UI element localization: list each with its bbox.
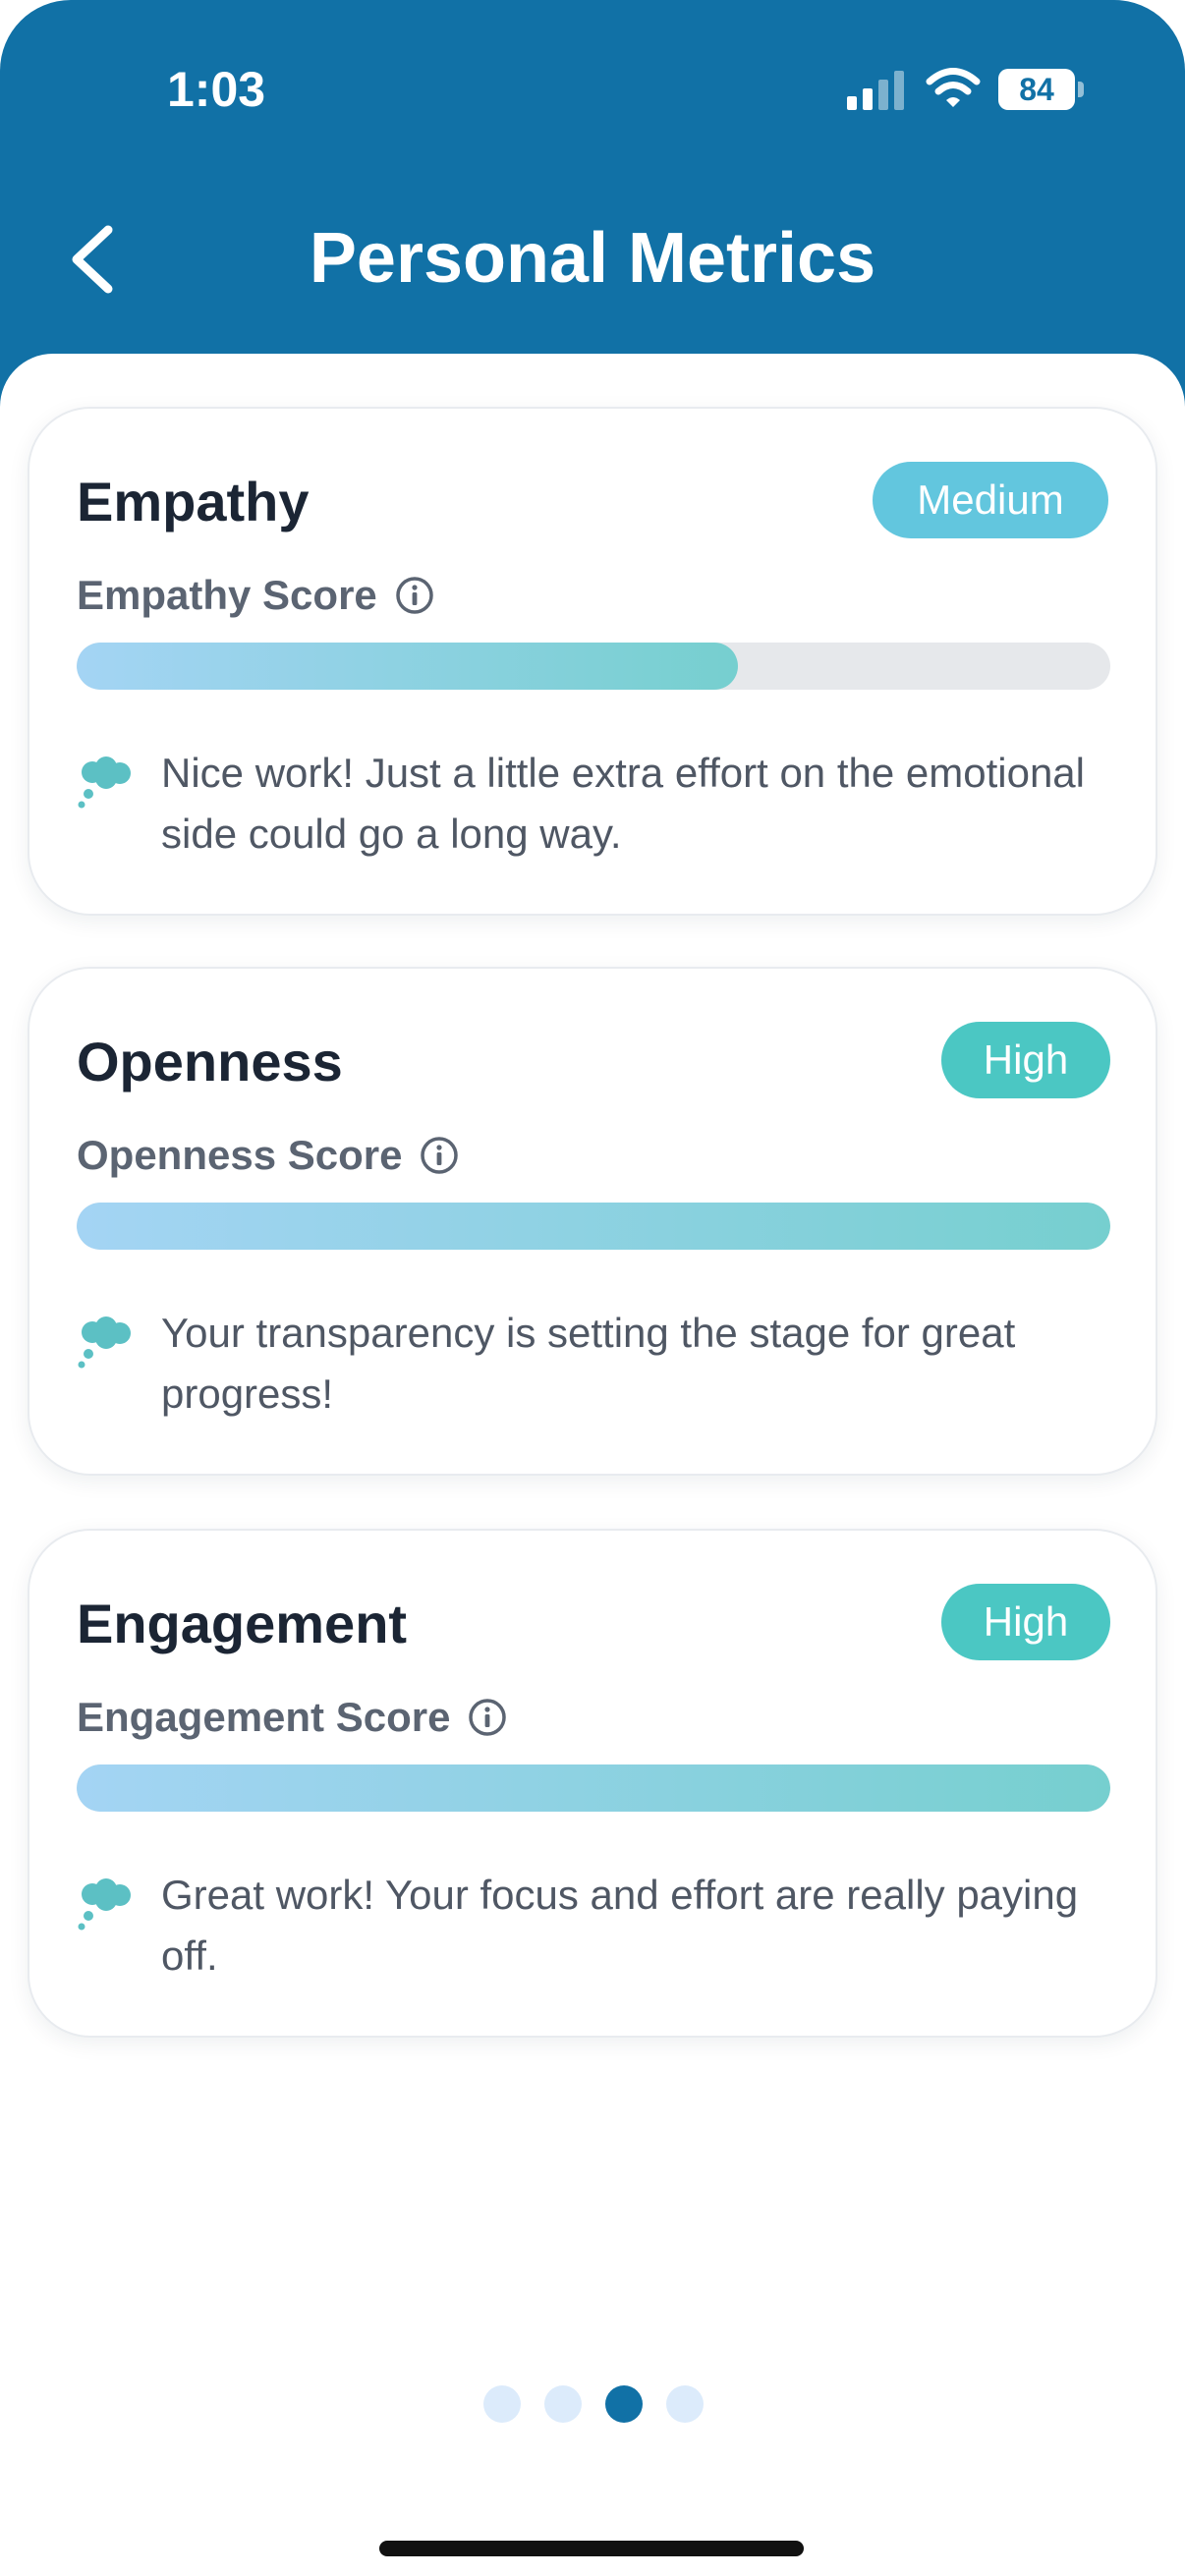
metric-feedback-text: Your transparency is setting the stage f… bbox=[161, 1310, 1016, 1417]
score-label: Engagement Score bbox=[77, 1694, 451, 1740]
status-time: 1:03 bbox=[167, 62, 266, 117]
battery-level: 84 bbox=[998, 69, 1075, 110]
score-progress-bar bbox=[77, 643, 1110, 690]
thought-bubble-icon bbox=[78, 1878, 131, 1931]
score-label: Empathy Score bbox=[77, 572, 377, 618]
metric-title: Empathy bbox=[77, 471, 310, 532]
metric-feedback-text: Nice work! Just a little extra effort on… bbox=[161, 750, 1085, 857]
wifi-icon bbox=[926, 68, 981, 107]
level-badge: High bbox=[941, 1022, 1110, 1098]
score-label-row: Engagement Score bbox=[77, 1694, 507, 1741]
page-dot[interactable] bbox=[666, 2385, 704, 2423]
score-progress-fill bbox=[77, 1203, 1110, 1250]
metric-card-empathy: Empathy Medium Empathy Score Nice work! … bbox=[28, 407, 1157, 916]
thought-bubble-icon bbox=[78, 756, 131, 809]
thought-bubble-icon bbox=[78, 1316, 131, 1369]
score-progress-bar bbox=[77, 1203, 1110, 1250]
metric-card-openness: Openness High Openness Score Your transp… bbox=[28, 967, 1157, 1476]
metric-feedback-text: Great work! Your focus and effort are re… bbox=[161, 1872, 1079, 1979]
level-badge: Medium bbox=[873, 462, 1108, 538]
score-progress-fill bbox=[77, 1764, 1110, 1812]
info-icon[interactable] bbox=[420, 1136, 459, 1175]
score-label: Openness Score bbox=[77, 1132, 403, 1178]
metric-title: Engagement bbox=[77, 1593, 408, 1654]
page-title: Personal Metrics bbox=[309, 219, 876, 298]
info-icon[interactable] bbox=[468, 1698, 507, 1737]
page-dot[interactable] bbox=[483, 2385, 521, 2423]
score-label-row: Empathy Score bbox=[77, 572, 434, 619]
score-progress-fill bbox=[77, 643, 739, 690]
page-indicator bbox=[483, 2385, 727, 2423]
info-icon[interactable] bbox=[395, 576, 434, 615]
cellular-signal-icon bbox=[847, 71, 904, 110]
level-badge: High bbox=[941, 1584, 1110, 1660]
header-bar: 1:03 84 Personal Metrics bbox=[0, 0, 1185, 413]
battery-nub bbox=[1078, 82, 1084, 97]
page-dot[interactable] bbox=[605, 2385, 643, 2423]
metric-card-engagement: Engagement High Engagement Score Great w… bbox=[28, 1529, 1157, 2038]
metric-title: Openness bbox=[77, 1031, 343, 1092]
home-indicator bbox=[379, 2541, 804, 2556]
score-label-row: Openness Score bbox=[77, 1132, 459, 1179]
page-dot[interactable] bbox=[544, 2385, 582, 2423]
score-progress-bar bbox=[77, 1764, 1110, 1812]
